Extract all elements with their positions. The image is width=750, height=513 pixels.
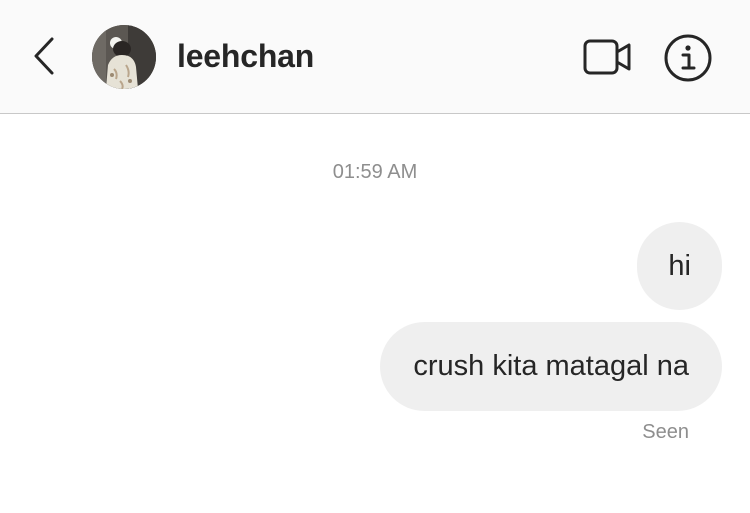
sent-message-bubble[interactable]: hi <box>637 222 722 310</box>
chat-username[interactable]: leehchan <box>177 36 314 76</box>
message-thread: 01:59 AM hi crush kita matagal na Seen <box>0 114 750 513</box>
back-button[interactable] <box>26 34 62 78</box>
video-camera-icon <box>583 39 631 75</box>
seen-status: Seen <box>642 421 689 443</box>
message-timestamp: 01:59 AM <box>332 161 418 183</box>
chevron-left-icon <box>34 37 54 75</box>
profile-photo <box>92 25 156 89</box>
direct-message-screen: leehchan 01:59 AM hi crush kita matagal … <box>0 0 750 513</box>
info-circle-icon <box>664 34 712 82</box>
video-call-button[interactable] <box>582 37 634 77</box>
sent-message-bubble[interactable]: crush kita matagal na <box>380 322 722 411</box>
chat-header: leehchan <box>0 0 750 114</box>
avatar[interactable] <box>92 25 156 89</box>
info-button[interactable] <box>663 33 713 83</box>
